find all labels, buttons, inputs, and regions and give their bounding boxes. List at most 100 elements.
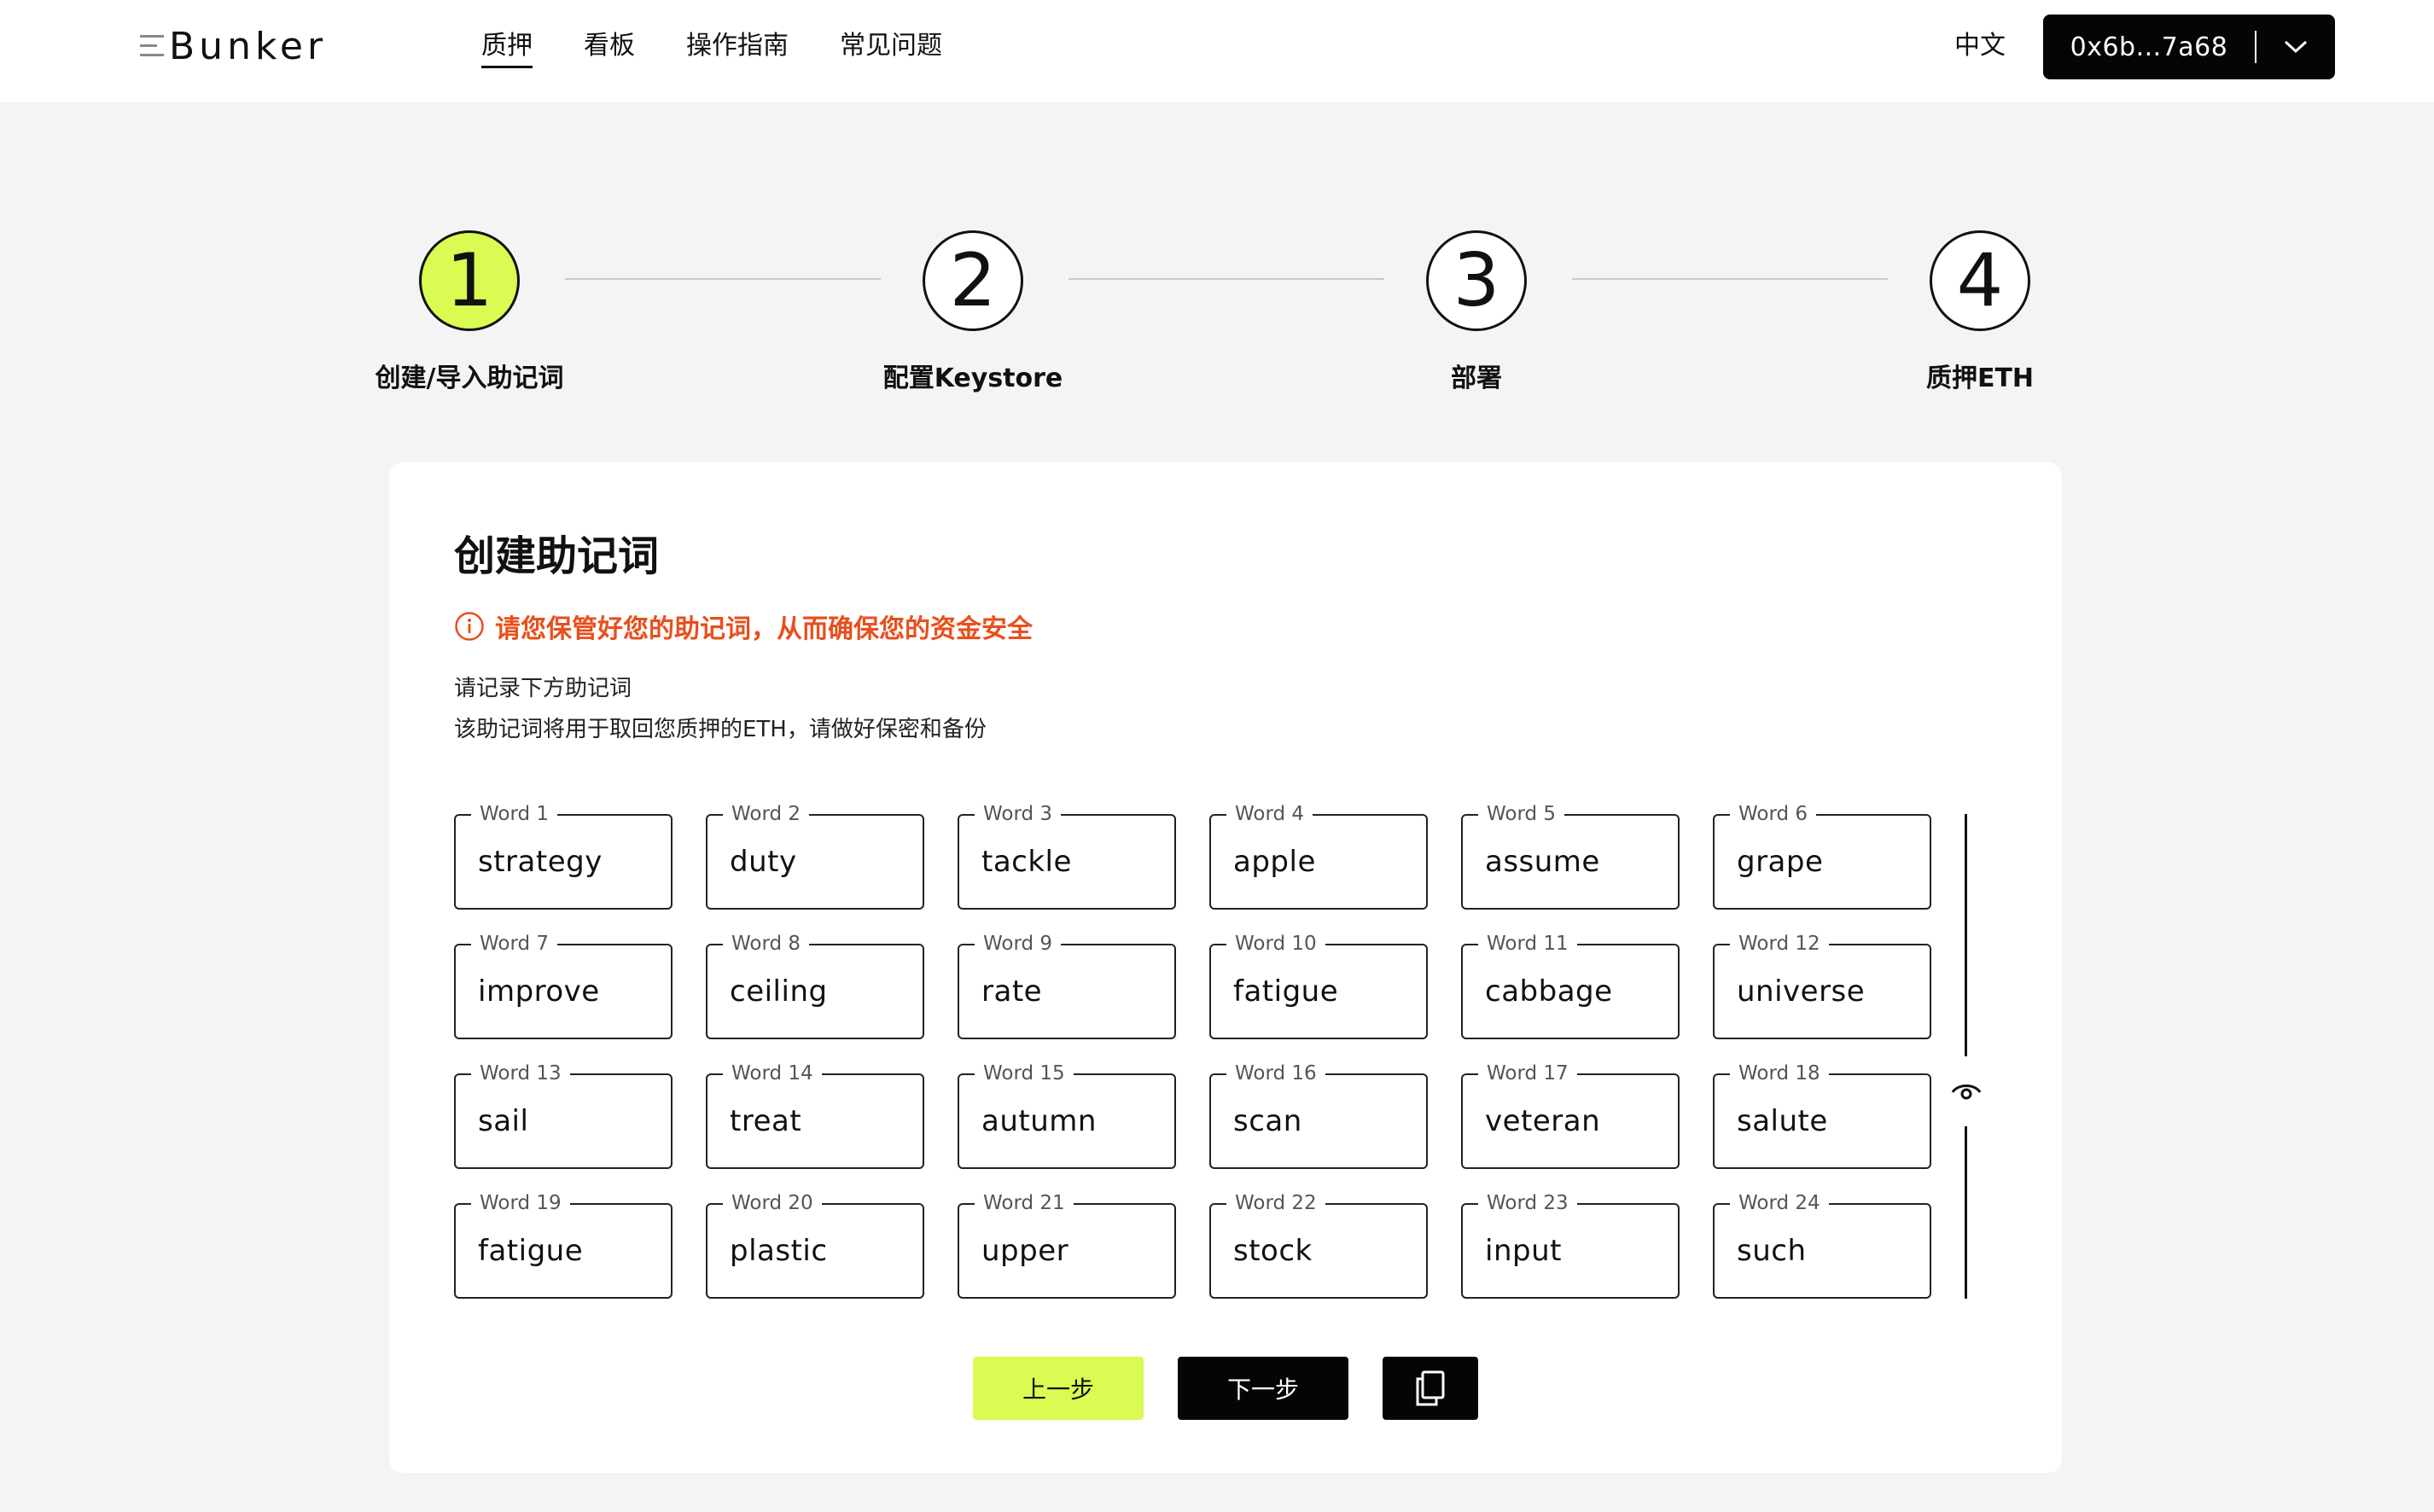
mnemonic-word-label: Word 12 <box>1730 932 1829 956</box>
mnemonic-word-value: fatigue <box>1233 974 1339 1009</box>
logo[interactable]: Bunker <box>140 24 328 68</box>
mnemonic-word-label: Word 3 <box>975 802 1062 826</box>
mnemonic-word-label: Word 5 <box>1478 802 1565 826</box>
mnemonic-word-value: fatigue <box>478 1234 584 1268</box>
mnemonic-word-label: Word 19 <box>471 1191 570 1215</box>
mnemonic-word-field[interactable]: Word 18 salute <box>1713 1061 1931 1169</box>
mnemonic-word-label: Word 9 <box>975 932 1062 956</box>
mnemonic-word-field[interactable]: Word 3 tackle <box>958 802 1176 910</box>
menu-lines-icon <box>140 35 164 57</box>
instruction-line-2: 该助记词将用于取回您质押的ETH，请做好保密和备份 <box>454 717 987 742</box>
mnemonic-word-value: universe <box>1737 974 1866 1009</box>
mnemonic-word-field[interactable]: Word 15 autumn <box>958 1061 1176 1169</box>
mnemonic-word-value: tackle <box>981 845 1072 879</box>
warning-circle-icon <box>455 612 484 641</box>
next-step-button[interactable]: 下一步 <box>1178 1357 1348 1420</box>
mnemonic-word-label: Word 14 <box>723 1061 822 1085</box>
mnemonic-word-value: input <box>1485 1234 1562 1268</box>
mnemonic-word-field[interactable]: Word 17 veteran <box>1461 1061 1680 1169</box>
mnemonic-word-value: stock <box>1233 1234 1313 1268</box>
step-4-label: 质押ETH <box>1925 363 2035 393</box>
mnemonic-word-value: grape <box>1737 845 1824 879</box>
language-switch[interactable]: 中文 <box>1954 29 2006 63</box>
mnemonic-word-field[interactable]: Word 11 cabbage <box>1461 932 1680 1039</box>
mnemonic-word-label: Word 20 <box>723 1191 822 1215</box>
step-3-label: 部署 <box>1451 363 1502 393</box>
wallet-address: 0x6b...7a68 <box>2070 32 2228 62</box>
mnemonic-word-value: cabbage <box>1485 974 1613 1009</box>
mnemonic-word-field[interactable]: Word 19 fatigue <box>454 1191 673 1299</box>
wallet-button[interactable]: 0x6b...7a68 <box>2043 15 2335 79</box>
mnemonic-word-field[interactable]: Word 4 apple <box>1209 802 1428 910</box>
mnemonic-word-label: Word 11 <box>1478 932 1577 956</box>
mnemonic-word-field[interactable]: Word 24 such <box>1713 1191 1931 1299</box>
card-title: 创建助记词 <box>454 532 660 580</box>
warning-text: 请您保管好您的助记词，从而确保您的资金安全 <box>495 614 1033 644</box>
step-connector <box>1069 278 1384 280</box>
instruction-line-1: 请记录下方助记词 <box>454 676 632 701</box>
mnemonic-word-field[interactable]: Word 23 input <box>1461 1191 1680 1299</box>
mnemonic-word-field[interactable]: Word 10 fatigue <box>1209 932 1428 1039</box>
visibility-divider-top <box>1965 814 1967 1056</box>
mnemonic-word-field[interactable]: Word 1 strategy <box>454 802 673 910</box>
top-header: Bunker 质押 看板 操作指南 常见问题 中文 0x6b...7a68 <box>0 0 2434 102</box>
mnemonic-word-value: plastic <box>730 1234 828 1268</box>
visibility-divider-bottom <box>1965 1126 1967 1299</box>
mnemonic-word-field[interactable]: Word 22 stock <box>1209 1191 1428 1299</box>
mnemonic-word-field[interactable]: Word 13 sail <box>454 1061 673 1169</box>
mnemonic-word-value: improve <box>478 974 600 1009</box>
mnemonic-word-field[interactable]: Word 9 rate <box>958 932 1176 1039</box>
mnemonic-word-field[interactable]: Word 20 plastic <box>706 1191 924 1299</box>
step-2-label: 配置Keystore <box>882 363 1063 393</box>
mnemonic-word-value: such <box>1737 1234 1807 1268</box>
nav-item-dashboard[interactable]: 看板 <box>584 26 635 70</box>
step-3-circle: 3 <box>1426 230 1527 331</box>
mnemonic-word-label: Word 24 <box>1730 1191 1829 1215</box>
step-4-circle: 4 <box>1930 230 2030 331</box>
mnemonic-word-label: Word 6 <box>1730 802 1817 826</box>
mnemonic-card: 创建助记词 请您保管好您的助记词，从而确保您的资金安全 请记录下方助记词 该助记… <box>389 462 2062 1473</box>
logo-text: Bunker <box>169 24 328 68</box>
mnemonic-word-label: Word 1 <box>471 802 558 826</box>
previous-step-button[interactable]: 上一步 <box>973 1357 1144 1420</box>
mnemonic-word-value: strategy <box>478 845 603 879</box>
nav-item-guide[interactable]: 操作指南 <box>686 26 789 70</box>
step-connector <box>565 278 881 280</box>
step-1-label: 创建/导入助记词 <box>375 363 564 393</box>
mnemonic-word-value: autumn <box>981 1104 1097 1138</box>
mnemonic-word-field[interactable]: Word 6 grape <box>1713 802 1931 910</box>
mnemonic-word-field[interactable]: Word 21 upper <box>958 1191 1176 1299</box>
mnemonic-word-label: Word 8 <box>723 932 810 956</box>
mnemonic-word-label: Word 21 <box>975 1191 1074 1215</box>
mnemonic-word-field[interactable]: Word 5 assume <box>1461 802 1680 910</box>
mnemonic-word-label: Word 7 <box>471 932 558 956</box>
mnemonic-word-label: Word 16 <box>1226 1061 1325 1085</box>
mnemonic-word-value: rate <box>981 974 1043 1009</box>
eye-icon[interactable] <box>1948 1073 1985 1111</box>
mnemonic-word-field[interactable]: Word 14 treat <box>706 1061 924 1169</box>
main-nav: 质押 看板 操作指南 常见问题 <box>481 26 993 70</box>
mnemonic-word-label: Word 2 <box>723 802 810 826</box>
copy-icon <box>1416 1370 1445 1406</box>
mnemonic-word-value: ceiling <box>730 974 828 1009</box>
mnemonic-word-value: assume <box>1485 845 1600 879</box>
mnemonic-word-value: sail <box>478 1104 529 1138</box>
nav-item-faq[interactable]: 常见问题 <box>840 26 942 70</box>
copy-button[interactable] <box>1383 1357 1478 1420</box>
mnemonic-word-field[interactable]: Word 2 duty <box>706 802 924 910</box>
mnemonic-word-field[interactable]: Word 12 universe <box>1713 932 1931 1039</box>
step-1-circle: 1 <box>419 230 520 331</box>
security-warning: 请您保管好您的助记词，从而确保您的资金安全 <box>454 608 1033 645</box>
mnemonic-word-label: Word 15 <box>975 1061 1074 1085</box>
mnemonic-word-field[interactable]: Word 8 ceiling <box>706 932 924 1039</box>
mnemonic-word-value: scan <box>1233 1104 1302 1138</box>
mnemonic-word-label: Word 10 <box>1226 932 1325 956</box>
mnemonic-word-value: duty <box>730 845 797 879</box>
mnemonic-word-value: veteran <box>1485 1104 1601 1138</box>
mnemonic-word-field[interactable]: Word 16 scan <box>1209 1061 1428 1169</box>
mnemonic-word-label: Word 18 <box>1730 1061 1829 1085</box>
nav-item-stake[interactable]: 质押 <box>481 26 533 70</box>
chevron-down-icon[interactable] <box>2256 40 2335 54</box>
mnemonic-word-field[interactable]: Word 7 improve <box>454 932 673 1039</box>
step-connector <box>1572 278 1888 280</box>
